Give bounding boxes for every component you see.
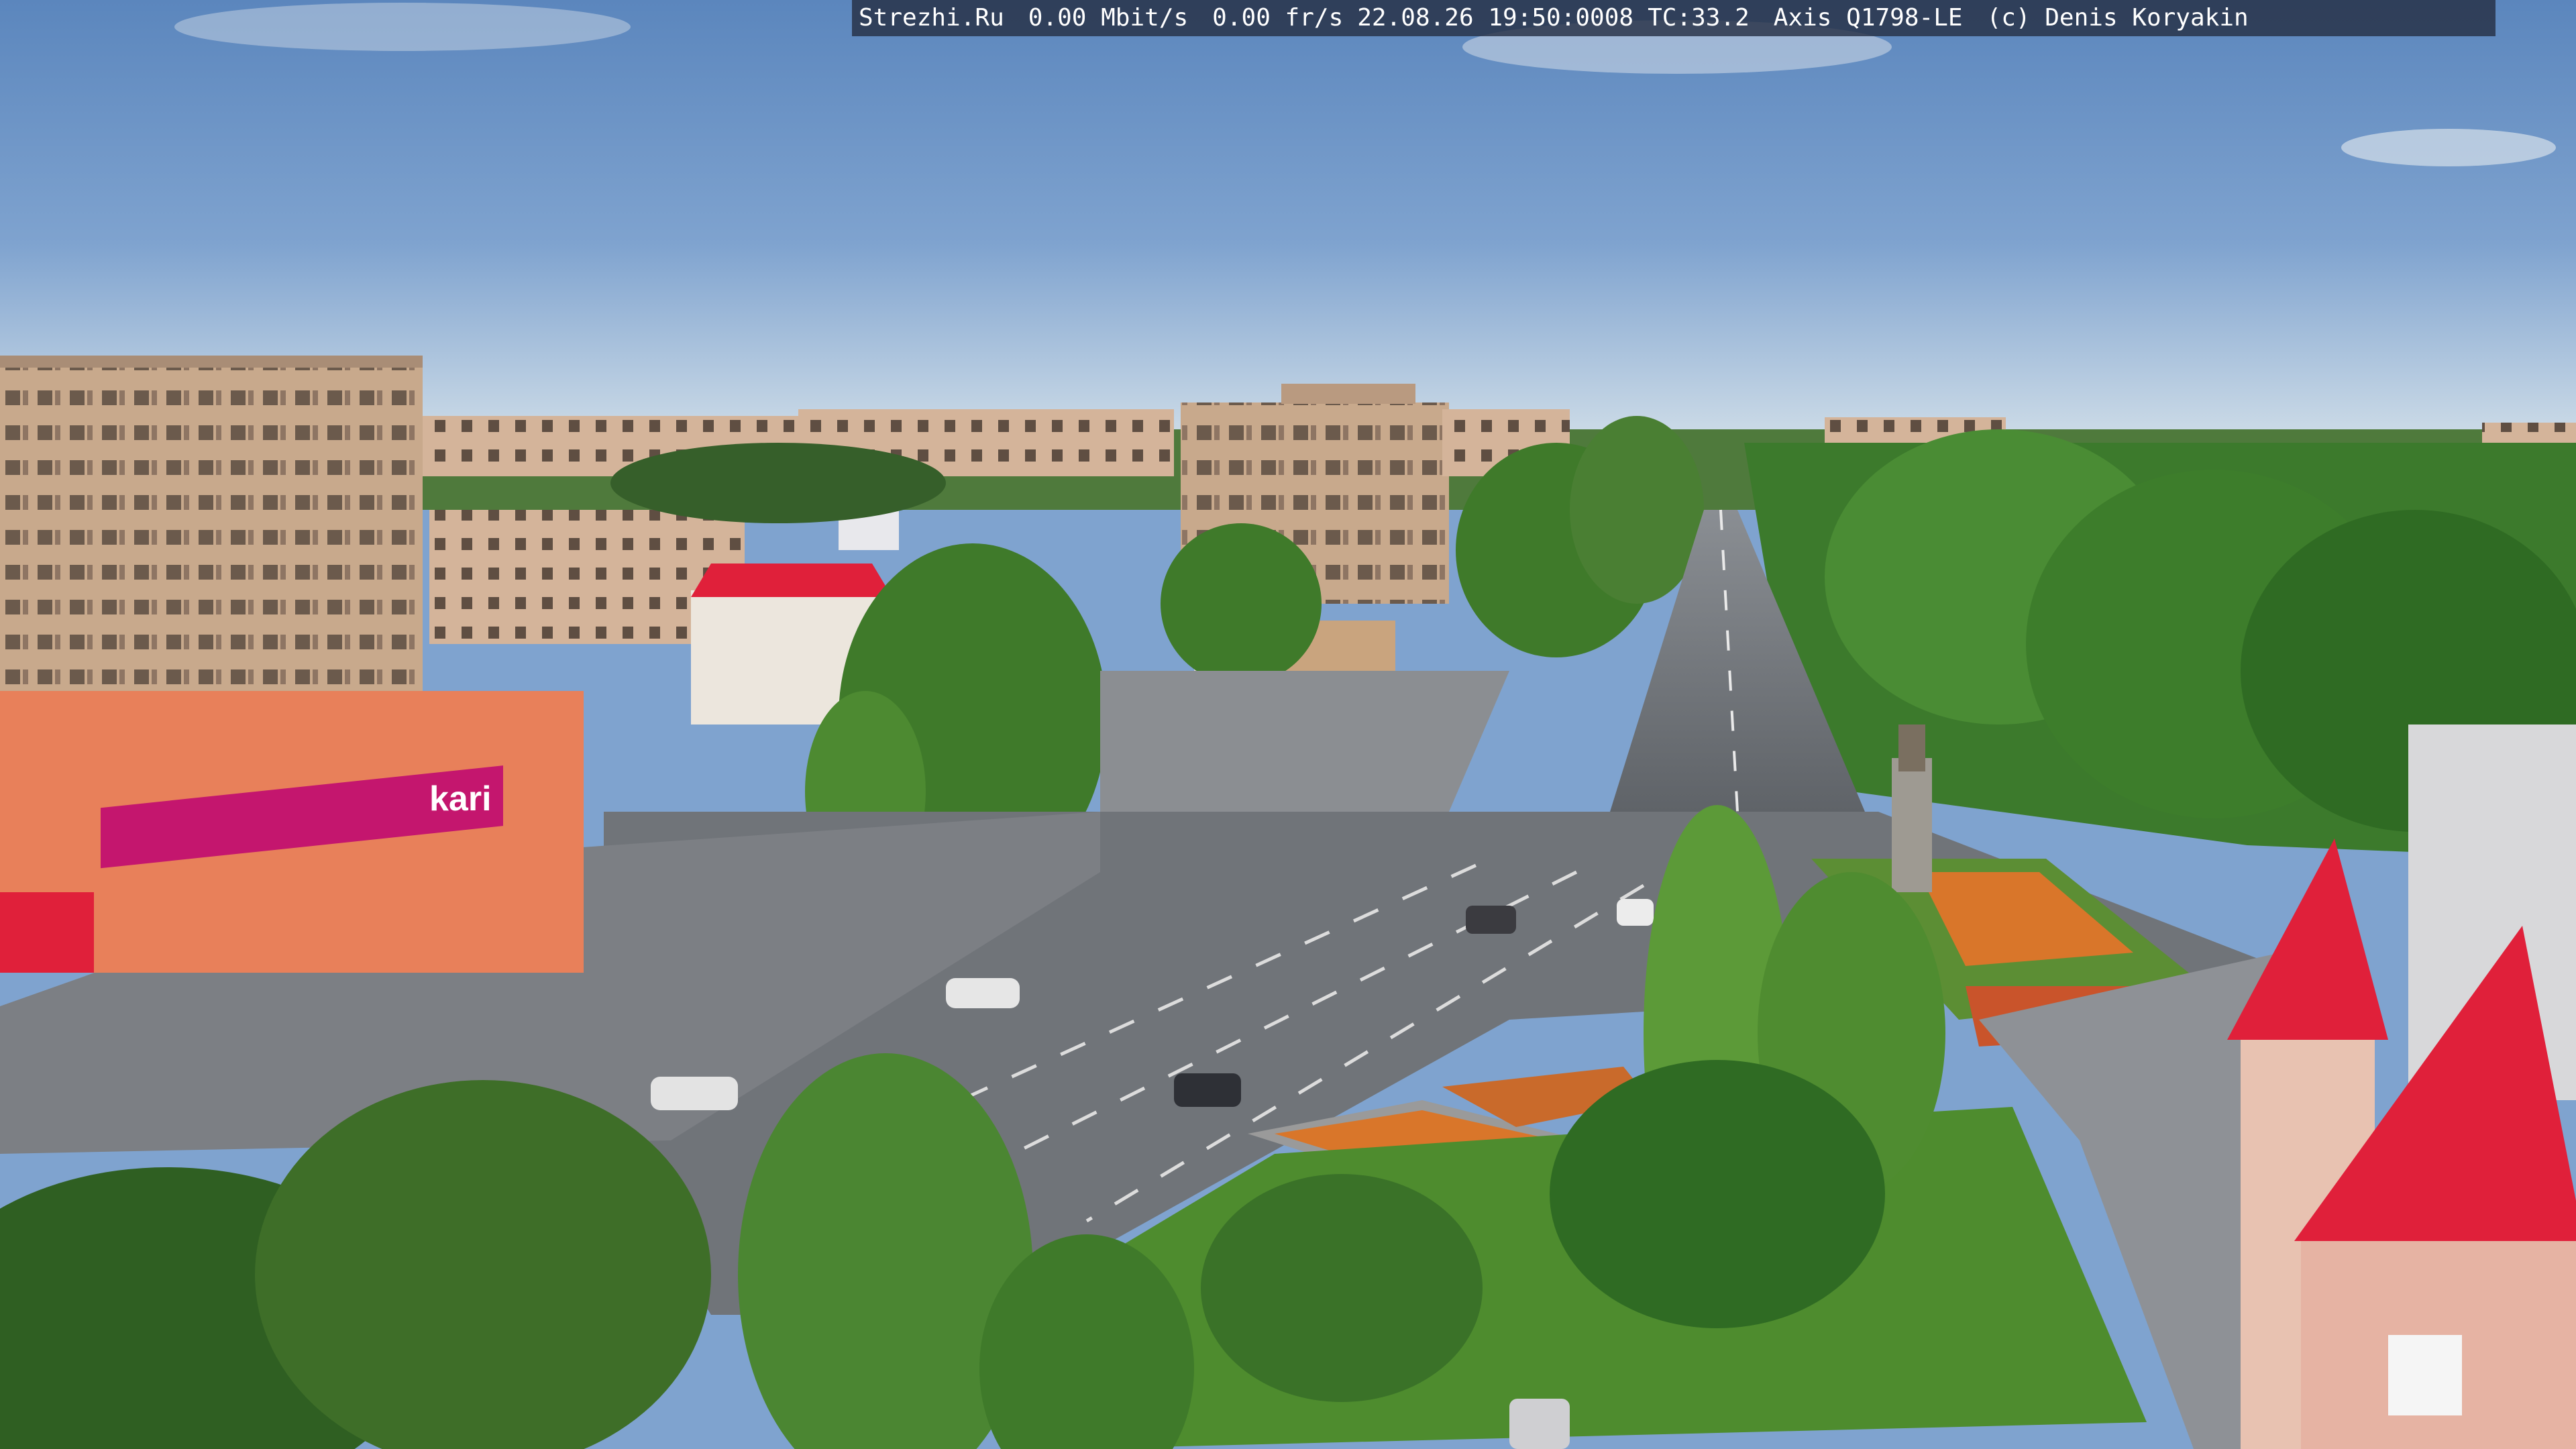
plaza: [1100, 671, 1509, 812]
overlay-camera-model: Axis Q1798-LE: [1773, 4, 1963, 32]
cloud: [174, 3, 631, 51]
overlay-site: Strezhi.Ru: [859, 4, 1004, 32]
overlay-bitrate: 0.00 Mbit/s: [1028, 4, 1189, 32]
overlay-tc: TC:33.2: [1648, 4, 1750, 32]
webcam-scene: kari: [0, 0, 2576, 1449]
cloud: [2341, 129, 2556, 166]
store-sign: kari: [429, 780, 492, 818]
storefront-building: [0, 691, 584, 973]
overlay-datetime: 22.08.26 19:50:0008: [1357, 4, 1634, 32]
overlay-framerate: 0.00 fr/s: [1212, 4, 1344, 32]
camera-info-overlay: Strezhi.Ru 0.00 Mbit/s 0.00 fr/s 22.08.2…: [852, 0, 2496, 36]
overlay-copyright: (c) Denis Koryakin: [1986, 4, 2249, 32]
